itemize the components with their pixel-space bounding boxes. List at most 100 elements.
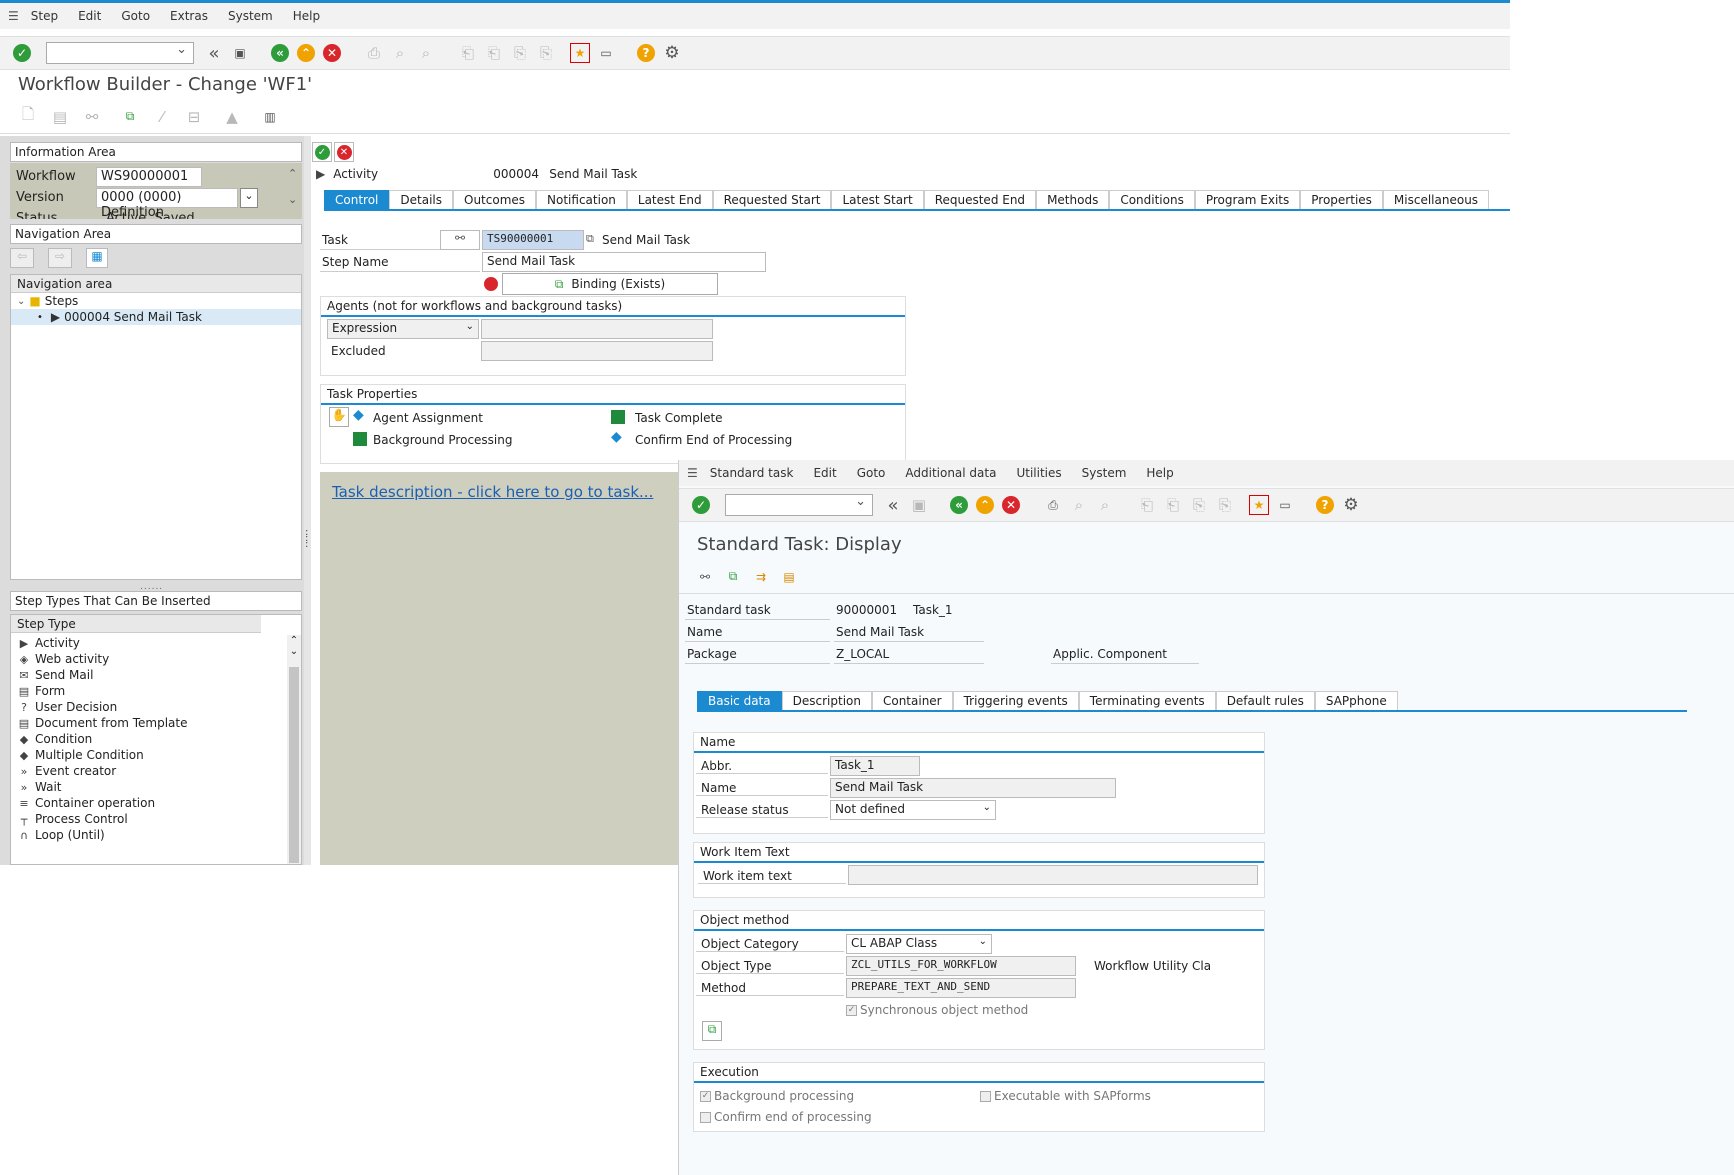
find-next-icon[interactable]: ⌕ <box>416 43 436 63</box>
nav-forward-icon[interactable]: ⇨ <box>48 248 72 268</box>
step-type-item[interactable]: ◈ Web activity <box>11 651 281 667</box>
settings-button[interactable]: ⚙ <box>1341 495 1361 515</box>
tree-item-step[interactable]: • ▶ 000004 Send Mail Task <box>11 309 301 325</box>
hat-icon[interactable]: ▲ <box>222 107 242 127</box>
menu-goto[interactable]: Goto <box>121 9 150 23</box>
navigation-area-header[interactable]: Navigation Area <box>10 224 302 244</box>
where-used-icon[interactable]: ⇉ <box>751 567 771 587</box>
clipboard-icon[interactable]: ▤ <box>779 567 799 587</box>
version-dropdown-icon[interactable]: ⌄ <box>240 188 258 208</box>
tab-sapphone[interactable]: SAPphone <box>1314 691 1398 710</box>
new-session-icon[interactable]: ★ <box>1249 495 1269 515</box>
next-page-icon[interactable]: ⎘ <box>1189 495 1209 515</box>
agents-expression-select[interactable]: Expression ⌄ <box>327 319 479 339</box>
new-document-icon[interactable]: 🗋 <box>18 105 38 127</box>
agents-expression-field[interactable] <box>481 319 713 339</box>
back-button[interactable]: « <box>949 495 969 515</box>
cancel-step-button[interactable]: ✕ <box>334 142 354 162</box>
print-button[interactable]: ⎙ <box>1043 495 1063 515</box>
task-search-icon[interactable]: ⧉ <box>586 232 594 246</box>
scroll-thumb[interactable] <box>289 667 299 863</box>
bg-processing-checkbox[interactable]: ✓ <box>700 1090 711 1102</box>
scroll-up-icon[interactable]: ⌃ <box>287 635 301 646</box>
shortcut-icon[interactable]: ▭ <box>1275 495 1295 515</box>
menu-icon[interactable]: ☰ <box>687 466 698 480</box>
menu-help[interactable]: Help <box>293 9 320 23</box>
settings-button[interactable]: ⚙ <box>662 43 682 63</box>
tab-program-exits[interactable]: Program Exits <box>1194 190 1301 209</box>
enter-button[interactable]: ✓ <box>691 495 711 515</box>
tab-miscellaneous[interactable]: Miscellaneous <box>1382 190 1490 209</box>
step-type-item[interactable]: ≡ Container operation <box>11 795 281 811</box>
tab-control[interactable]: Control <box>324 190 390 209</box>
back-button[interactable]: « <box>270 43 290 63</box>
cancel-button[interactable]: ✕ <box>322 43 342 63</box>
step-types-scrollbar[interactable]: ⌃ ⌄ <box>287 635 301 864</box>
stepname-field[interactable]: Send Mail Task <box>482 252 766 272</box>
binding-button[interactable]: ⧉ Binding (Exists) <box>502 273 718 295</box>
agent-assign-button[interactable]: ✋ <box>329 407 349 427</box>
tree-root-steps[interactable]: ⌄ ■ Steps <box>11 293 301 309</box>
menu-system[interactable]: System <box>228 9 273 23</box>
task-description-link[interactable]: Task description - click here to go to t… <box>332 483 653 501</box>
menu-edit[interactable]: Edit <box>78 9 101 23</box>
step-type-item[interactable]: ◆ Condition <box>11 731 281 747</box>
information-area-header[interactable]: Information Area <box>10 142 302 162</box>
sync-checkbox[interactable]: ✓ <box>846 1004 857 1016</box>
find-icon[interactable]: ⌕ <box>1069 495 1089 515</box>
nav-back-icon[interactable]: ⇦ <box>10 248 34 268</box>
exit-button[interactable]: ⌃ <box>296 43 316 63</box>
confirm-end-checkbox[interactable] <box>700 1111 711 1123</box>
hierarchy-icon[interactable]: ⧉ <box>120 107 140 127</box>
menu-edit[interactable]: Edit <box>813 466 836 480</box>
info-scroll-up-icon[interactable]: ⌃ <box>288 167 297 180</box>
tab-methods[interactable]: Methods <box>1036 190 1110 209</box>
step-type-item[interactable]: ┬ Process Control <box>11 811 281 827</box>
new-session-icon[interactable]: ★ <box>570 43 590 63</box>
menu-system[interactable]: System <box>1082 466 1127 480</box>
tab-conditions[interactable]: Conditions <box>1109 190 1195 209</box>
menu-step[interactable]: Step <box>31 9 58 23</box>
step-type-item[interactable]: ▤ Form <box>11 683 281 699</box>
method-binding-button[interactable]: ⧉ <box>702 1021 722 1041</box>
tab-default-rules[interactable]: Default rules <box>1215 691 1315 710</box>
first-page-icon[interactable]: ⎗ <box>458 43 478 63</box>
object-category-select[interactable]: CL ABAP Class ⌄ <box>846 934 992 954</box>
find-next-icon[interactable]: ⌕ <box>1095 495 1115 515</box>
inbox-icon[interactable]: ⊟ <box>184 107 204 127</box>
help-button[interactable]: ? <box>636 43 656 63</box>
last-page-icon[interactable]: ⎘ <box>536 43 556 63</box>
scroll-down-icon[interactable]: ⌄ <box>287 646 301 657</box>
menu-extras[interactable]: Extras <box>170 9 208 23</box>
step-type-item[interactable]: ◆ Multiple Condition <box>11 747 281 763</box>
name-field[interactable]: Send Mail Task <box>830 778 1116 798</box>
step-type-item[interactable]: ▤ Document from Template <box>11 715 281 731</box>
menu-standard-task[interactable]: Standard task <box>710 466 794 480</box>
tab-notification[interactable]: Notification <box>536 190 627 209</box>
tab-requested-end[interactable]: Requested End <box>923 190 1037 209</box>
collapse-icon[interactable]: ⌄ <box>17 296 25 307</box>
workflow-field[interactable]: WS90000001 <box>96 167 202 187</box>
enter-button[interactable]: ✓ <box>12 43 32 63</box>
prev-page-icon[interactable]: ⎗ <box>1163 495 1183 515</box>
step-type-item[interactable]: ▶ Activity <box>11 635 281 651</box>
shortcut-icon[interactable]: ▭ <box>596 43 616 63</box>
step-type-item[interactable]: ? User Decision <box>11 699 281 715</box>
tab-triggering-events[interactable]: Triggering events <box>952 691 1079 710</box>
step-type-item[interactable]: ∩ Loop (Until) <box>11 827 281 843</box>
tab-requested-start[interactable]: Requested Start <box>712 190 832 209</box>
menu-utilities[interactable]: Utilities <box>1016 466 1061 480</box>
panel-resize-handle[interactable]: ::: <box>305 528 308 550</box>
release-select[interactable]: Not defined ⌄ <box>830 800 996 820</box>
sapforms-checkbox[interactable] <box>980 1090 991 1102</box>
command-field[interactable] <box>46 42 194 64</box>
help-button[interactable]: ? <box>1315 495 1335 515</box>
wizard-icon[interactable]: ⁄ <box>152 107 172 127</box>
tab-properties[interactable]: Properties <box>1300 190 1383 209</box>
nav-overview-icon[interactable]: ▦ <box>86 248 108 268</box>
task-display-button[interactable]: ⚯ <box>440 230 480 250</box>
tab-terminating-events[interactable]: Terminating events <box>1078 691 1216 710</box>
clipboard-icon[interactable]: ▤ <box>50 107 70 127</box>
menu-goto[interactable]: Goto <box>857 466 886 480</box>
tab-basic-data[interactable]: Basic data <box>697 691 782 710</box>
